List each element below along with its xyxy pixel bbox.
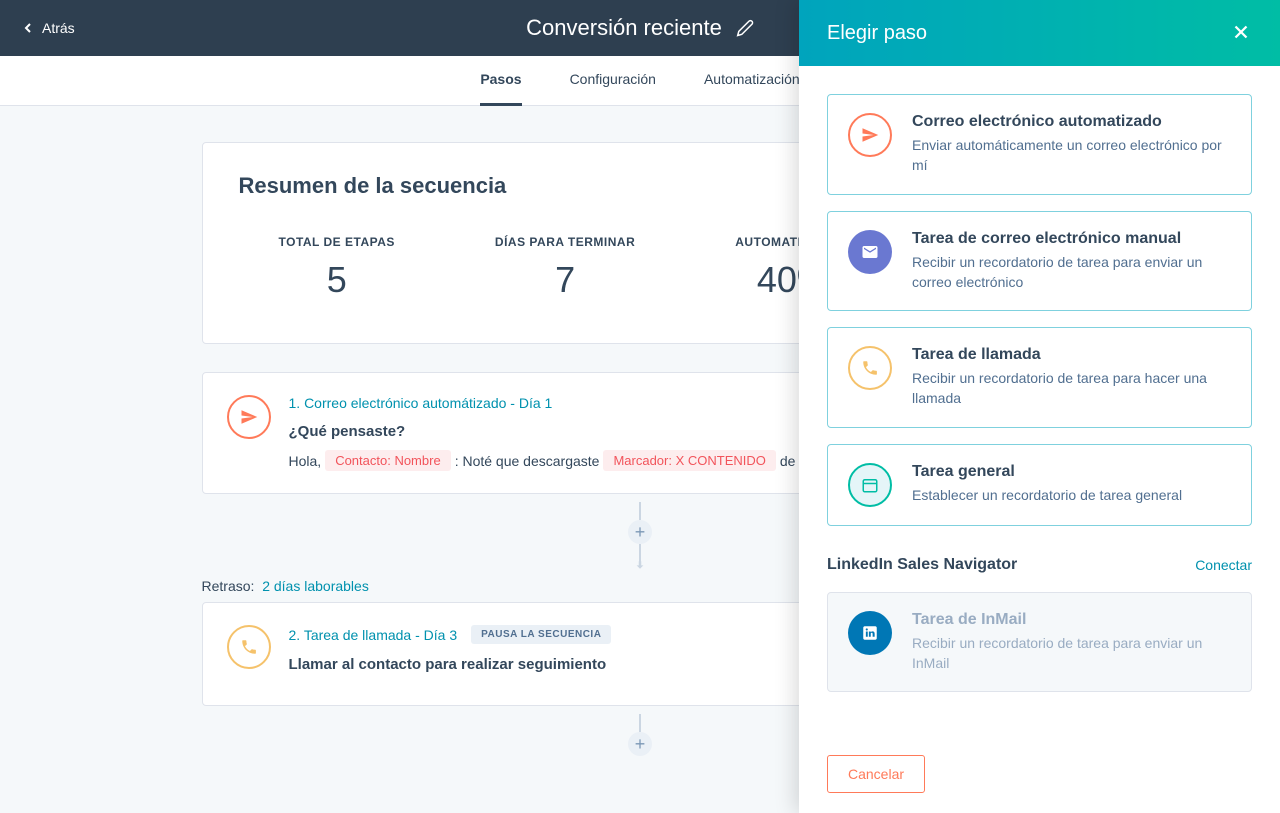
option-inmail-task: Tarea de InMail Recibir un recordatorio …: [827, 592, 1252, 693]
option-desc: Establecer un recordatorio de tarea gene…: [912, 485, 1231, 505]
chevron-left-icon: [20, 20, 36, 36]
add-step-button[interactable]: +: [628, 732, 652, 756]
option-general-task[interactable]: Tarea general Establecer un recordatorio…: [827, 444, 1252, 526]
page-title: Conversión reciente: [526, 15, 722, 41]
option-title: Tarea de InMail: [912, 611, 1231, 629]
add-step-button[interactable]: +: [628, 520, 652, 544]
option-desc: Enviar automáticamente un correo electró…: [912, 135, 1231, 176]
stat-value: 5: [279, 259, 395, 301]
delay-label: Retraso:: [202, 578, 255, 594]
section-title: LinkedIn Sales Navigator: [827, 556, 1017, 574]
tab-automation[interactable]: Automatización: [704, 56, 800, 106]
send-icon: [848, 113, 892, 157]
envelope-icon: [848, 230, 892, 274]
step-meta-text: 2. Tarea de llamada - Día 3: [289, 627, 458, 643]
option-desc: Recibir un recordatorio de tarea para ha…: [912, 368, 1231, 409]
back-label: Atrás: [42, 20, 75, 36]
option-desc: Recibir un recordatorio de tarea para en…: [912, 633, 1231, 674]
option-title: Tarea de llamada: [912, 346, 1231, 364]
tab-config[interactable]: Configuración: [570, 56, 656, 106]
text: de: [780, 453, 796, 469]
linkedin-section-header: LinkedIn Sales Navigator Conectar: [827, 556, 1252, 574]
drawer-header: Elegir paso: [799, 0, 1280, 66]
edit-icon[interactable]: [736, 19, 754, 37]
linkedin-icon: [848, 611, 892, 655]
arrow-down-icon: [633, 560, 647, 570]
stat-value: 7: [495, 259, 635, 301]
connect-link[interactable]: Conectar: [1195, 557, 1252, 573]
option-title: Tarea general: [912, 463, 1231, 481]
send-icon: [227, 395, 271, 439]
phone-icon: [848, 346, 892, 390]
stat-total: TOTAL DE ETAPAS 5: [279, 235, 395, 301]
tab-steps[interactable]: Pasos: [480, 56, 521, 106]
option-title: Correo electrónico automatizado: [912, 113, 1231, 131]
delay-value[interactable]: 2 días laborables: [262, 578, 369, 594]
option-title: Tarea de correo electrónico manual: [912, 230, 1231, 248]
token-contact-name: Contacto: Nombre: [325, 450, 451, 471]
phone-icon: [227, 625, 271, 669]
option-automated-email[interactable]: Correo electrónico automatizado Enviar a…: [827, 94, 1252, 195]
close-icon: [1230, 21, 1252, 43]
pause-badge: PAUSA LA SECUENCIA: [471, 625, 611, 644]
stat-label: DÍAS PARA TERMINAR: [495, 235, 635, 249]
stat-days: DÍAS PARA TERMINAR 7: [495, 235, 635, 301]
choose-step-drawer: Elegir paso Correo electrónico automatiz…: [799, 0, 1280, 813]
drawer-footer: Cancelar: [799, 735, 1280, 813]
cancel-button[interactable]: Cancelar: [827, 755, 925, 793]
calendar-icon: [848, 463, 892, 507]
drawer-title: Elegir paso: [827, 22, 927, 45]
option-call-task[interactable]: Tarea de llamada Recibir un recordatorio…: [827, 327, 1252, 428]
title-wrap: Conversión reciente: [526, 15, 754, 41]
text: : Noté que descargaste: [455, 453, 600, 469]
token-content-marker: Marcador: X CONTENIDO: [603, 450, 775, 471]
option-desc: Recibir un recordatorio de tarea para en…: [912, 252, 1231, 293]
drawer-body: Correo electrónico automatizado Enviar a…: [799, 66, 1280, 735]
close-button[interactable]: [1230, 21, 1252, 46]
text: Hola,: [289, 453, 322, 469]
option-manual-email[interactable]: Tarea de correo electrónico manual Recib…: [827, 211, 1252, 312]
stat-label: TOTAL DE ETAPAS: [279, 235, 395, 249]
back-button[interactable]: Atrás: [20, 20, 75, 36]
